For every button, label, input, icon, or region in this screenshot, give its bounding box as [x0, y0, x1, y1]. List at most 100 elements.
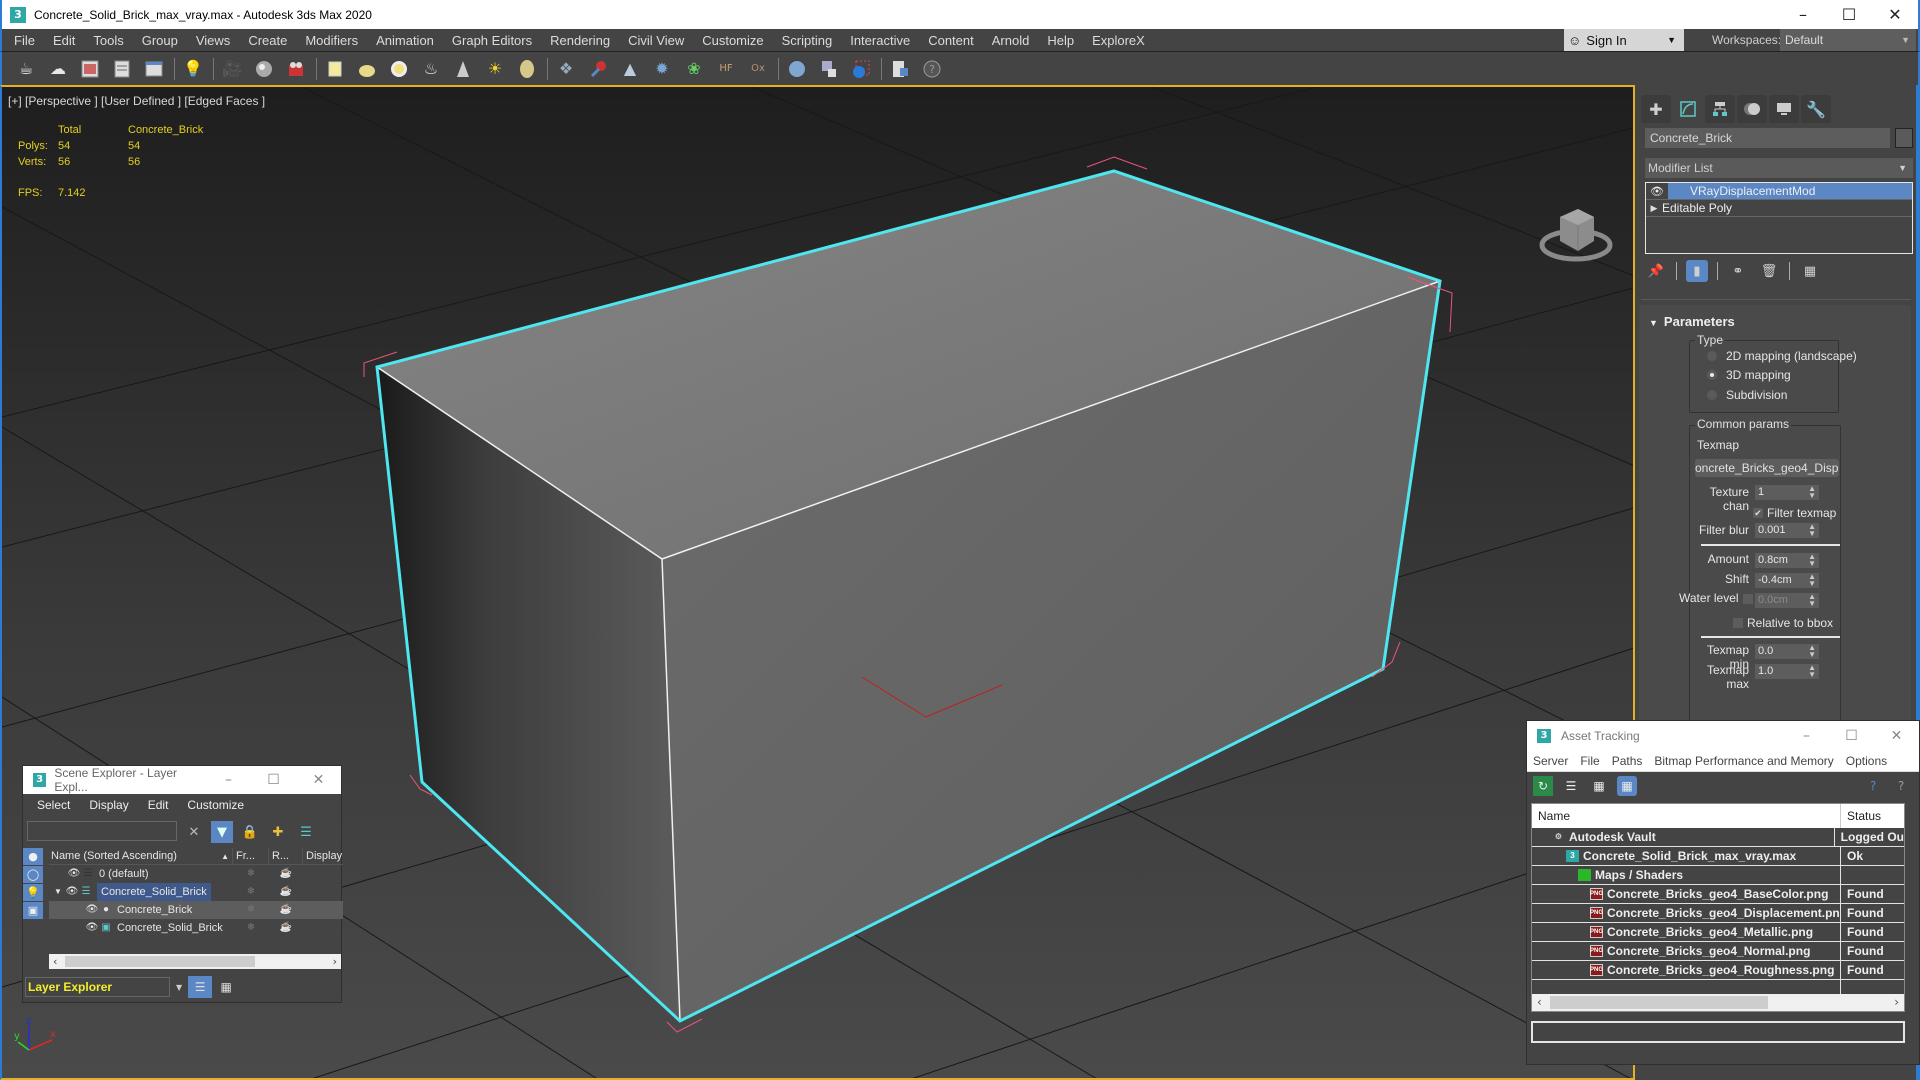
vray-displacement-icon[interactable]: ▲ — [618, 57, 642, 81]
amount-spinner[interactable]: 0.8cm ▲ ▼ — [1755, 553, 1819, 568]
object-row[interactable]: 👁 ● Concrete_Brick ❄ ☕ — [49, 901, 343, 919]
menu-create[interactable]: Create — [239, 33, 296, 48]
modifier-list-dropdown[interactable]: Modifier List ▼ — [1645, 158, 1913, 178]
eye-icon[interactable]: 👁 — [1646, 185, 1668, 198]
menu-help[interactable]: Help — [1038, 33, 1083, 48]
eye-icon[interactable]: 👁 — [85, 901, 99, 919]
scrollbar-thumb[interactable] — [65, 956, 255, 967]
rendered-frame-window-icon[interactable] — [78, 57, 102, 81]
horizontal-scrollbar[interactable]: ‹ › — [49, 954, 341, 969]
vray-log-icon[interactable] — [888, 57, 912, 81]
vray-grass-icon[interactable]: ❀ — [682, 57, 706, 81]
radio-subdivision[interactable]: Subdivision — [1707, 388, 1787, 402]
renderable-teapot-icon[interactable]: ☕ — [269, 865, 303, 883]
maximize-button[interactable]: ☐ — [1829, 728, 1874, 744]
table-row[interactable]: PNG Concrete_Bricks_geo4_Roughness.png Fo… — [1532, 961, 1904, 980]
sign-in-button[interactable]: ☺ Sign In ▼ — [1564, 29, 1684, 51]
tab-modify[interactable] — [1673, 95, 1703, 123]
column-display[interactable]: Display — [303, 848, 342, 864]
radio-3d-mapping[interactable]: 3D mapping — [1707, 368, 1791, 382]
eye-icon[interactable]: 👁 — [67, 865, 81, 883]
explorer-type-dropdown[interactable]: Layer Explorer — [25, 977, 170, 997]
minimize-button[interactable]: – — [1780, 0, 1826, 29]
minimize-button[interactable]: – — [1784, 728, 1829, 744]
menu-display[interactable]: Display — [89, 798, 128, 812]
layer-row[interactable]: 👁 ☰ 0 (default) ❄ ☕ — [49, 865, 343, 883]
column-status[interactable]: Status — [1841, 804, 1881, 828]
expand-arrow-icon[interactable]: ▶ — [1646, 203, 1662, 214]
scrollbar-thumb[interactable] — [1550, 996, 1768, 1009]
show-end-result-icon[interactable]: ▮ — [1686, 260, 1708, 282]
column-frozen[interactable]: Fr... — [233, 848, 269, 864]
render-settings-icon[interactable] — [142, 57, 166, 81]
menu-edit[interactable]: Edit — [44, 33, 84, 48]
stack-item-vraydisplacementmod[interactable]: 👁 VRayDisplacementMod — [1646, 183, 1912, 200]
table-row[interactable]: 3 Concrete_Solid_Brick_max_vray.max Ok — [1532, 847, 1904, 866]
scene-explorer-titlebar[interactable]: 3 Scene Explorer - Layer Expl... – ☐ ✕ — [23, 766, 341, 794]
vray-ies-icon[interactable] — [515, 57, 539, 81]
menu-views[interactable]: Views — [187, 33, 239, 48]
vray-teapot-icon[interactable]: ♨ — [419, 57, 443, 81]
eye-icon[interactable]: 👁 — [65, 883, 79, 901]
radio-2d-mapping[interactable]: 2D mapping (landscape) — [1707, 349, 1857, 363]
minimize-button[interactable]: – — [206, 772, 251, 788]
vray-dome-icon[interactable] — [355, 57, 379, 81]
display-lights-icon[interactable]: 💡 — [23, 884, 43, 901]
menu-file[interactable]: File — [2, 33, 44, 48]
viewport-label-menu[interactable]: [+] [Perspective ] [User Defined ] [Edge… — [8, 94, 265, 108]
freeze-icon[interactable]: ❄ — [233, 883, 269, 901]
menu-select[interactable]: Select — [37, 798, 70, 812]
add-layer-icon[interactable]: ✚ — [267, 821, 289, 843]
render-setup-icon[interactable] — [110, 57, 134, 81]
menu-graph-editors[interactable]: Graph Editors — [443, 33, 541, 48]
menu-scripting[interactable]: Scripting — [773, 33, 842, 48]
table-row[interactable]: PNG Concrete_Bricks_geo4_BaseColor.png Fo… — [1532, 885, 1904, 904]
close-button[interactable]: ✕ — [1874, 728, 1919, 744]
vray-sun-icon[interactable]: ☀ — [483, 57, 507, 81]
freeze-icon[interactable]: ❄ — [233, 865, 269, 883]
vray-hair-icon[interactable]: HF — [714, 57, 738, 81]
menu-file[interactable]: File — [1574, 754, 1605, 768]
help-icon[interactable]: ? — [920, 57, 944, 81]
expand-arrow-icon[interactable]: ▼ — [51, 883, 65, 901]
sort-by-hierarchy-icon[interactable]: ▦ — [214, 976, 238, 998]
camera-icon[interactable]: 🎥 — [220, 57, 244, 81]
menu-paths[interactable]: Paths — [1606, 754, 1649, 768]
menu-edit[interactable]: Edit — [148, 798, 169, 812]
light-lister-icon[interactable]: 💡 — [181, 57, 205, 81]
filter-blur-spinner[interactable]: 0.001 ▲ ▼ — [1755, 523, 1819, 538]
menu-arnold[interactable]: Arnold — [983, 33, 1039, 48]
panel-divider[interactable] — [1641, 299, 1911, 300]
renderable-teapot-icon[interactable]: ☕ — [269, 901, 303, 919]
scroll-right-icon[interactable]: › — [333, 954, 337, 969]
vray-object-props-icon[interactable] — [849, 57, 873, 81]
table-row[interactable]: PNG Concrete_Bricks_geo4_Normal.png Found — [1532, 942, 1904, 961]
close-button[interactable]: ✕ — [296, 772, 341, 788]
clear-search-icon[interactable]: ✕ — [183, 821, 205, 843]
refresh-icon[interactable]: ↻ — [1533, 776, 1553, 796]
texmap-min-spinner[interactable]: 0.0 ▲ ▼ — [1755, 644, 1819, 659]
texmap-button[interactable]: oncrete_Bricks_geo4_Displace — [1695, 459, 1839, 477]
column-renderable[interactable]: R... — [269, 848, 303, 864]
scene-search-input[interactable] — [27, 821, 177, 841]
object-name-field[interactable]: Concrete_Brick — [1645, 128, 1890, 148]
material-editor-icon[interactable] — [252, 57, 276, 81]
workspaces-dropdown[interactable]: Default ▼ — [1780, 29, 1916, 51]
layer-row[interactable]: ▼ 👁 ☰ Concrete_Solid_Brick ❄ ☕ — [49, 883, 343, 901]
vray-ornatrix-icon[interactable]: Ox — [746, 57, 770, 81]
online-help-icon[interactable]: ? — [1863, 776, 1883, 796]
menu-customize[interactable]: Customize — [693, 33, 772, 48]
scroll-left-icon[interactable]: ‹ — [1537, 994, 1542, 1011]
table-row[interactable]: PNG Concrete_Bricks_geo4_Displacement.png… — [1532, 904, 1904, 923]
table-view-icon[interactable]: ▦ — [1617, 776, 1637, 796]
freeze-icon[interactable]: ❄ — [233, 901, 269, 919]
menu-rendering[interactable]: Rendering — [541, 33, 619, 48]
scroll-left-icon[interactable]: ‹ — [53, 954, 57, 969]
menu-content[interactable]: Content — [919, 33, 983, 48]
asset-path-field[interactable] — [1531, 1021, 1905, 1043]
tab-create[interactable]: ✚ — [1641, 95, 1671, 123]
rollout-title[interactable]: ▼ Parameters — [1649, 314, 1735, 329]
help-icon[interactable]: ? — [1891, 776, 1911, 796]
filter-icon[interactable]: ▼ — [211, 821, 233, 843]
list-view-icon[interactable]: ☰ — [1561, 776, 1581, 796]
